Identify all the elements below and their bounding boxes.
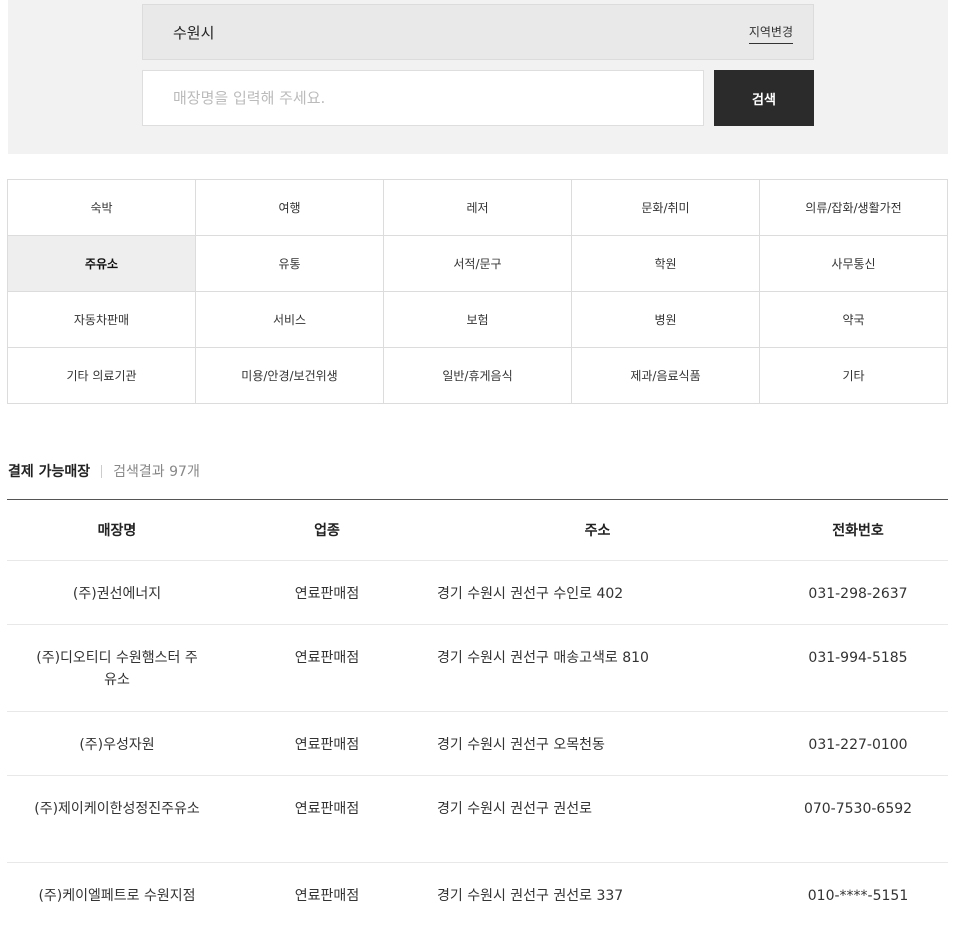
category-tab[interactable]: 보험 — [384, 292, 572, 348]
category-tab[interactable]: 학원 — [572, 236, 760, 292]
store-address: 경기 수원시 권선구 권선로 — [427, 775, 768, 863]
category-tab[interactable]: 서비스 — [196, 292, 384, 348]
table-header-row: 매장명 업종 주소 전화번호 — [7, 499, 948, 561]
store-name: (주)케이엘페트로 수원지점 — [7, 862, 227, 926]
category-grid: 숙박 여행 레저 문화/취미 의류/잡화/생활가전주유소 유통 서적/문구 학원 사무통신자동차… — [7, 179, 948, 404]
search-panel: 수원시 지역변경 검색 — [8, 0, 948, 154]
table-row[interactable]: (주)디오티디 수원햄스터 주유소 연료판매점 경기 수원시 권선구 매송고색로 8… — [7, 624, 948, 712]
category-tab[interactable]: 주유소 — [8, 236, 196, 292]
category-tab[interactable]: 미용/안경/보건위생 — [196, 348, 384, 404]
result-header: 결제 가능매장 검색결과 97개 — [8, 461, 200, 481]
table-row[interactable]: (주)우성자원 연료판매점 경기 수원시 권선구 오목천동 031-227-0100 — [7, 711, 948, 776]
column-header-type: 업종 — [227, 499, 427, 561]
store-address: 경기 수원시 권선구 매송고색로 810 — [427, 624, 768, 712]
store-address: 경기 수원시 권선구 오목천동 — [427, 711, 768, 776]
store-type: 연료판매점 — [227, 711, 427, 776]
category-tab[interactable]: 병원 — [572, 292, 760, 348]
result-count: 검색결과 97개 — [113, 464, 200, 480]
store-name: (주)우성자원 — [7, 711, 227, 776]
store-name: (주)권선에너지 — [7, 560, 227, 625]
store-address: 경기 수원시 권선구 권선로 337 — [427, 862, 768, 926]
store-phone: 031-227-0100 — [768, 711, 948, 776]
table-row[interactable]: (주)제이케이한성정진주유소 연료판매점 경기 수원시 권선구 권선로 070-753… — [7, 775, 948, 863]
category-tab[interactable]: 일반/휴게음식 — [384, 348, 572, 404]
column-header-address: 주소 — [427, 499, 768, 561]
store-name: (주)디오티디 수원햄스터 주유소 — [7, 624, 227, 712]
store-name: (주)제이케이한성정진주유소 — [7, 775, 227, 863]
result-divider — [101, 464, 103, 478]
category-tab[interactable]: 여행 — [196, 180, 384, 236]
region-change-link[interactable]: 지역변경 — [748, 23, 793, 44]
store-address: 경기 수원시 권선구 수인로 402 — [427, 560, 768, 625]
store-phone: 070-7530-6592 — [768, 775, 948, 863]
store-search-input[interactable] — [142, 70, 704, 126]
store-type: 연료판매점 — [227, 624, 427, 712]
store-type: 연료판매점 — [227, 560, 427, 625]
category-tab[interactable]: 기타 의료기관 — [8, 348, 196, 404]
column-header-phone: 전화번호 — [768, 499, 948, 561]
category-tab[interactable]: 자동차판매 — [8, 292, 196, 348]
table-row[interactable]: (주)케이엘페트로 수원지점 연료판매점 경기 수원시 권선구 권선로 337 010… — [7, 862, 948, 926]
category-tab[interactable]: 레저 — [384, 180, 572, 236]
region-name: 수원시 — [173, 24, 215, 42]
store-phone: 010-****-5151 — [768, 862, 948, 926]
category-tab[interactable]: 의류/잡화/생활가전 — [760, 180, 948, 236]
store-table: 매장명 업종 주소 전화번호 (주)권선에너지 연료판매점 경기 수원시 권선구 수… — [7, 499, 948, 926]
category-tab[interactable]: 유통 — [196, 236, 384, 292]
category-tab[interactable]: 사무통신 — [760, 236, 948, 292]
category-tab[interactable]: 기타 — [760, 348, 948, 404]
result-title: 결제 가능매장 — [8, 464, 91, 480]
category-tab[interactable]: 약국 — [760, 292, 948, 348]
category-tab[interactable]: 서적/문구 — [384, 236, 572, 292]
store-type: 연료판매점 — [227, 775, 427, 863]
store-phone: 031-994-5185 — [768, 624, 948, 712]
search-button[interactable]: 검색 — [714, 70, 814, 126]
category-tab[interactable]: 제과/음료식품 — [572, 348, 760, 404]
store-phone: 031-298-2637 — [768, 560, 948, 625]
region-bar: 수원시 지역변경 — [142, 4, 814, 60]
category-tab[interactable]: 숙박 — [8, 180, 196, 236]
column-header-name: 매장명 — [7, 499, 227, 561]
store-type: 연료판매점 — [227, 862, 427, 926]
category-tab[interactable]: 문화/취미 — [572, 180, 760, 236]
table-row[interactable]: (주)권선에너지 연료판매점 경기 수원시 권선구 수인로 402 031-298-2… — [7, 560, 948, 625]
